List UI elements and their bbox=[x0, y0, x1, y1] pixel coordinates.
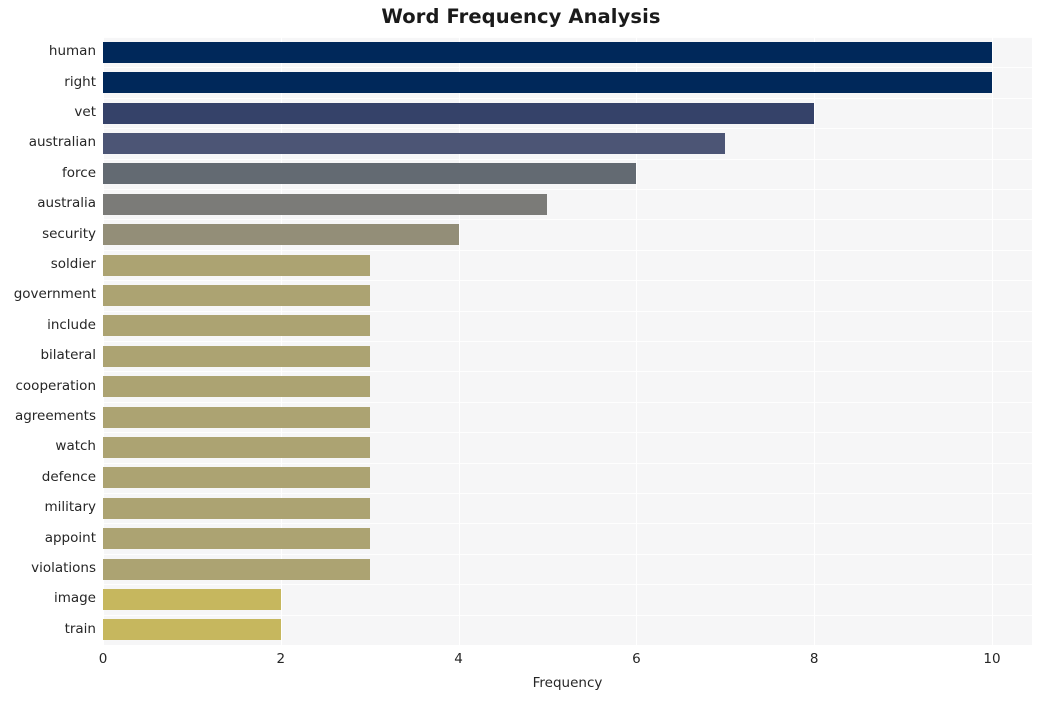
gridline-y-14 bbox=[103, 463, 1032, 464]
gridline-y-10 bbox=[103, 341, 1032, 342]
y-tick-label-australia: australia bbox=[37, 195, 96, 212]
y-tick-label-agreements: agreements bbox=[14, 408, 96, 424]
gridline-y-7 bbox=[103, 250, 1032, 251]
bar-violations[interactable] bbox=[103, 558, 370, 580]
gridline-y-3 bbox=[103, 128, 1032, 129]
gridline-y-12 bbox=[103, 402, 1032, 403]
y-tick-label-right: right bbox=[64, 73, 96, 90]
bar-include[interactable] bbox=[103, 315, 370, 337]
bar-australia[interactable] bbox=[103, 193, 548, 215]
y-tick-label-australian: australian bbox=[28, 134, 96, 151]
gridline-y-17 bbox=[103, 554, 1032, 555]
y-tick-label-defence: defence bbox=[41, 468, 96, 485]
bar-cooperation[interactable] bbox=[103, 376, 370, 398]
gridline-y-18 bbox=[103, 584, 1032, 585]
bar-train[interactable] bbox=[103, 619, 281, 641]
y-tick-label-cooperation: cooperation bbox=[15, 377, 97, 394]
x-tick-label-10: 10 bbox=[983, 651, 1001, 667]
gridline-y-8 bbox=[103, 280, 1032, 281]
gridline-y-16 bbox=[103, 523, 1032, 524]
gridline-y-0 bbox=[103, 37, 1032, 38]
bar-human[interactable] bbox=[103, 41, 992, 63]
y-tick-label-violations: violations bbox=[31, 560, 96, 576]
bar-defence[interactable] bbox=[103, 467, 370, 489]
gridline-y-20 bbox=[103, 645, 1032, 646]
y-tick-label-soldier: soldier bbox=[50, 256, 96, 272]
gridline-y-19 bbox=[103, 615, 1032, 616]
y-tick-label-security: security bbox=[42, 225, 96, 242]
bar-agreements[interactable] bbox=[103, 406, 370, 428]
bar-soldier[interactable] bbox=[103, 254, 370, 276]
x-tick-label-0: 0 bbox=[98, 651, 108, 667]
bar-watch[interactable] bbox=[103, 436, 370, 458]
bar-bilateral[interactable] bbox=[103, 345, 370, 367]
y-tick-label-bilateral: bilateral bbox=[40, 347, 96, 364]
y-tick-label-vet: vet bbox=[74, 104, 96, 120]
bar-security[interactable] bbox=[103, 224, 459, 246]
y-tick-label-image: image bbox=[53, 590, 96, 607]
x-tick-label-8: 8 bbox=[809, 651, 819, 667]
y-tick-label-human: human bbox=[48, 43, 96, 60]
bar-right[interactable] bbox=[103, 72, 992, 94]
bar-military[interactable] bbox=[103, 497, 370, 519]
bar-government[interactable] bbox=[103, 284, 370, 306]
x-tick-label-6: 6 bbox=[632, 651, 641, 667]
x-tick-label-4: 4 bbox=[454, 651, 463, 667]
y-tick-label-government: government bbox=[13, 286, 96, 303]
gridline-y-4 bbox=[103, 159, 1032, 160]
gridline-y-11 bbox=[103, 371, 1032, 372]
chart-figure: Word Frequency Analysis human right vet aus… bbox=[0, 0, 1042, 701]
plot-area bbox=[103, 37, 1032, 646]
gridline-y-2 bbox=[103, 98, 1032, 99]
gridline-y-1 bbox=[103, 67, 1032, 68]
y-tick-label-military: military bbox=[44, 499, 96, 516]
gridline-y-6 bbox=[103, 219, 1032, 220]
y-tick-label-appoint: appoint bbox=[44, 529, 96, 546]
gridline-y-5 bbox=[103, 189, 1032, 190]
y-tick-label-train: train bbox=[64, 620, 96, 637]
bar-force[interactable] bbox=[103, 163, 637, 185]
bar-vet[interactable] bbox=[103, 102, 815, 124]
bar-australian[interactable] bbox=[103, 132, 726, 154]
gridline-y-15 bbox=[103, 493, 1032, 494]
gridline-y-9 bbox=[103, 311, 1032, 312]
bar-image[interactable] bbox=[103, 588, 281, 610]
x-axis-label: Frequency bbox=[532, 675, 603, 691]
bar-appoint[interactable] bbox=[103, 528, 370, 550]
y-tick-label-watch: watch bbox=[55, 438, 96, 455]
y-tick-label-force: force bbox=[62, 164, 96, 181]
chart-title: Word Frequency Analysis bbox=[381, 5, 661, 28]
gridline-y-13 bbox=[103, 432, 1032, 433]
x-tick-label-2: 2 bbox=[276, 651, 286, 667]
y-tick-label-include: include bbox=[47, 316, 96, 333]
